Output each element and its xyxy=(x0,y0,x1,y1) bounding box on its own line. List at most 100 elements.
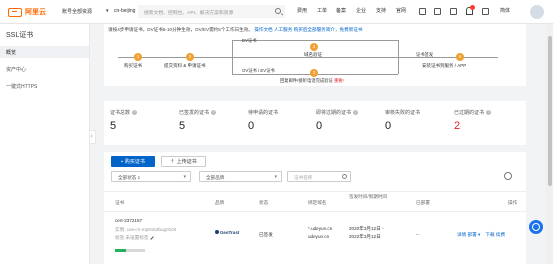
menu-official-site[interactable]: 官网 xyxy=(396,7,406,14)
cert-deployed: -- xyxy=(416,232,420,237)
column-brand: 品牌 xyxy=(215,200,225,205)
help-icon[interactable]: ? xyxy=(211,110,217,115)
stat-label: 证书总数 xyxy=(110,110,131,116)
geotrust-logo-mark xyxy=(215,230,219,234)
chevron-down-icon: ▾ xyxy=(274,173,277,180)
column-actions: 操作 xyxy=(508,200,518,205)
menu-enterprise[interactable]: 企业 xyxy=(356,7,366,14)
chevron-down-icon: ▾ xyxy=(183,173,186,180)
issue-label: 证书签发 xyxy=(416,52,434,57)
column-dates: 签发时间/到期时间 xyxy=(349,194,388,199)
global-search-input[interactable]: 搜索文档、控制台、API、解决方案和资源 xyxy=(138,5,285,18)
terminal-icon[interactable] xyxy=(419,8,426,15)
stat-expiring[interactable]: 即将过期的证书? 0 xyxy=(316,109,359,132)
column-domains: 绑定域名 xyxy=(308,200,327,205)
cert-domain-1: *.udeyun.cn xyxy=(308,226,333,231)
help-icon[interactable] xyxy=(482,8,489,15)
buy-certificate-label: 购买证书 xyxy=(124,159,145,165)
scrollbar-thumb[interactable] xyxy=(547,36,552,186)
language-switch[interactable]: 简体 xyxy=(500,7,510,14)
upload-certificate-button[interactable]: ⇡ 上传证书 xyxy=(161,156,206,167)
sidebar-item-https[interactable]: 一键式HTTPS xyxy=(0,80,89,92)
sidebar-item-assets[interactable]: 资产中心 xyxy=(0,63,89,75)
cert-tags-text: 标签:未设置标签 xyxy=(115,235,149,240)
menu-filing[interactable]: 备案 xyxy=(336,7,346,14)
stat-total[interactable]: 证书总数? 5 xyxy=(110,109,138,132)
menu-tickets[interactable]: 工单 xyxy=(317,7,327,14)
certificate-list-card: ▪ 购买证书 ⇡ 上传证书 全部状态 1 ▾ 全部品牌 ▾ 证书名称 证书 品牌… xyxy=(104,152,526,264)
certificate-search-placeholder: 证书名称 xyxy=(294,174,313,180)
aliyun-logo[interactable]: 阿里云 xyxy=(8,6,46,18)
stat-expired[interactable]: 已过期的证书? 2 xyxy=(454,109,492,132)
help-icon[interactable]: ? xyxy=(486,110,492,115)
menu-support[interactable]: 支持 xyxy=(376,7,386,14)
sidebar-collapse-handle[interactable] xyxy=(90,130,96,144)
stat-label: 审核失败的证书 xyxy=(385,110,421,116)
help-icon[interactable]: ? xyxy=(353,110,359,115)
search-placeholder: 搜索文档、控制台、API、解决方案和资源 xyxy=(144,10,234,16)
docs-link[interactable]: 操作文档 xyxy=(254,27,272,32)
step-3b-badge: 3 xyxy=(310,69,318,77)
help-icon[interactable]: ? xyxy=(132,110,138,115)
top-navigation-bar: 阿里云 账号全部资源 ▾ cn-beijing 搜索文档、控制台、API、解决方… xyxy=(0,0,553,24)
cert-instance-id: 实例: cas-cn-mp9153bug0104 xyxy=(115,227,177,232)
status-filter-value: 全部状态 xyxy=(118,174,137,180)
sidebar-item-overview[interactable]: 概览 xyxy=(0,46,89,58)
step-1-label: 购买证书 xyxy=(124,63,142,68)
apps-icon[interactable] xyxy=(434,8,441,15)
action-download-link[interactable]: 下载 xyxy=(485,232,494,237)
stat-issued[interactable]: 已签发的证书? 5 xyxy=(179,109,217,132)
action-renew-link[interactable]: 续费 xyxy=(496,232,505,237)
cert-name[interactable]: cert-2372157 xyxy=(115,217,142,224)
cert-status: 已签发 xyxy=(259,232,273,237)
step-1-badge: 1 xyxy=(134,53,142,61)
buy-certificate-button[interactable]: ▪ 购买证书 xyxy=(111,156,155,167)
chevron-down-icon: ▾ xyxy=(477,232,481,237)
stat-failed[interactable]: 审核失败的证书 0 xyxy=(385,109,420,132)
ov-ev-cert-label: OV证书 / EV证书 xyxy=(242,68,275,73)
stat-value: 0 xyxy=(248,120,255,132)
edit-icon[interactable] xyxy=(148,234,155,240)
brand-filter-select[interactable]: 全部品牌 ▾ xyxy=(199,171,282,182)
step-4-badge: 4 xyxy=(456,53,464,61)
dv-cert-label: DV证书 xyxy=(242,38,257,43)
status-filter-count: 1 xyxy=(137,174,141,180)
certificate-search-input[interactable]: 证书名称 xyxy=(287,171,351,182)
action-details-link[interactable]: 详情 xyxy=(457,232,466,237)
cert-issue-date: 2020年3月12日 - xyxy=(349,226,384,231)
brand-name: 阿里云 xyxy=(25,9,46,16)
gear-icon[interactable] xyxy=(504,172,512,180)
cert-tags[interactable]: 标签:未设置标签 xyxy=(115,234,155,241)
stat-label: 已过期的证书 xyxy=(454,110,485,116)
avatar[interactable] xyxy=(530,5,544,19)
chevron-down-icon: ▾ xyxy=(106,8,109,14)
cart-icon[interactable] xyxy=(450,8,457,15)
help-assistant-icon[interactable] xyxy=(529,220,543,234)
upload-certificate-label: 上传证书 xyxy=(176,159,197,165)
action-deploy-link[interactable]: 部署 xyxy=(467,232,476,237)
stats-card: 证书总数? 5 已签发的证书? 5 待申请的证书 0 即将过期的证书? 0 审核… xyxy=(104,101,526,145)
manual-service-link[interactable]: 人工服务 xyxy=(274,27,292,32)
cert-expire-date: 2022年3月12日 xyxy=(349,234,381,239)
status-filter-select[interactable]: 全部状态 1 ▾ xyxy=(111,171,191,182)
stat-label: 待申请的证书 xyxy=(248,110,279,116)
table-header: 证书 品牌 状态 绑定域名 签发时间/到期时间 已部署 操作 xyxy=(104,191,526,212)
page-scrollbar[interactable] xyxy=(546,24,553,264)
stat-pending[interactable]: 待申请的证书 0 xyxy=(248,109,278,132)
search-icon[interactable] xyxy=(275,8,281,14)
brand-filter-value: 全部品牌 xyxy=(206,174,225,180)
column-cert: 证书 xyxy=(115,200,125,205)
flow-line-end xyxy=(398,57,498,58)
ov-verify-important: 重要! xyxy=(333,78,344,83)
workspace-selector[interactable]: 账号全部资源 xyxy=(62,8,92,15)
menu-fees[interactable]: 费用 xyxy=(297,7,307,14)
column-deployed: 已部署 xyxy=(416,200,430,205)
region-selector[interactable]: cn-beijing xyxy=(114,8,135,14)
step-2-badge: 2 xyxy=(186,53,194,61)
stat-label: 即将过期的证书 xyxy=(316,110,352,116)
search-icon[interactable] xyxy=(342,174,347,179)
stat-value: 5 xyxy=(110,120,117,132)
ov-verify-note-text: 回复邮件/接听电话完成验证 xyxy=(280,78,333,83)
cert-domain-2: udeyun.cn xyxy=(308,234,330,239)
service-intro-link[interactable]: 购买后全部服务简介，免费新证书 xyxy=(294,27,363,32)
